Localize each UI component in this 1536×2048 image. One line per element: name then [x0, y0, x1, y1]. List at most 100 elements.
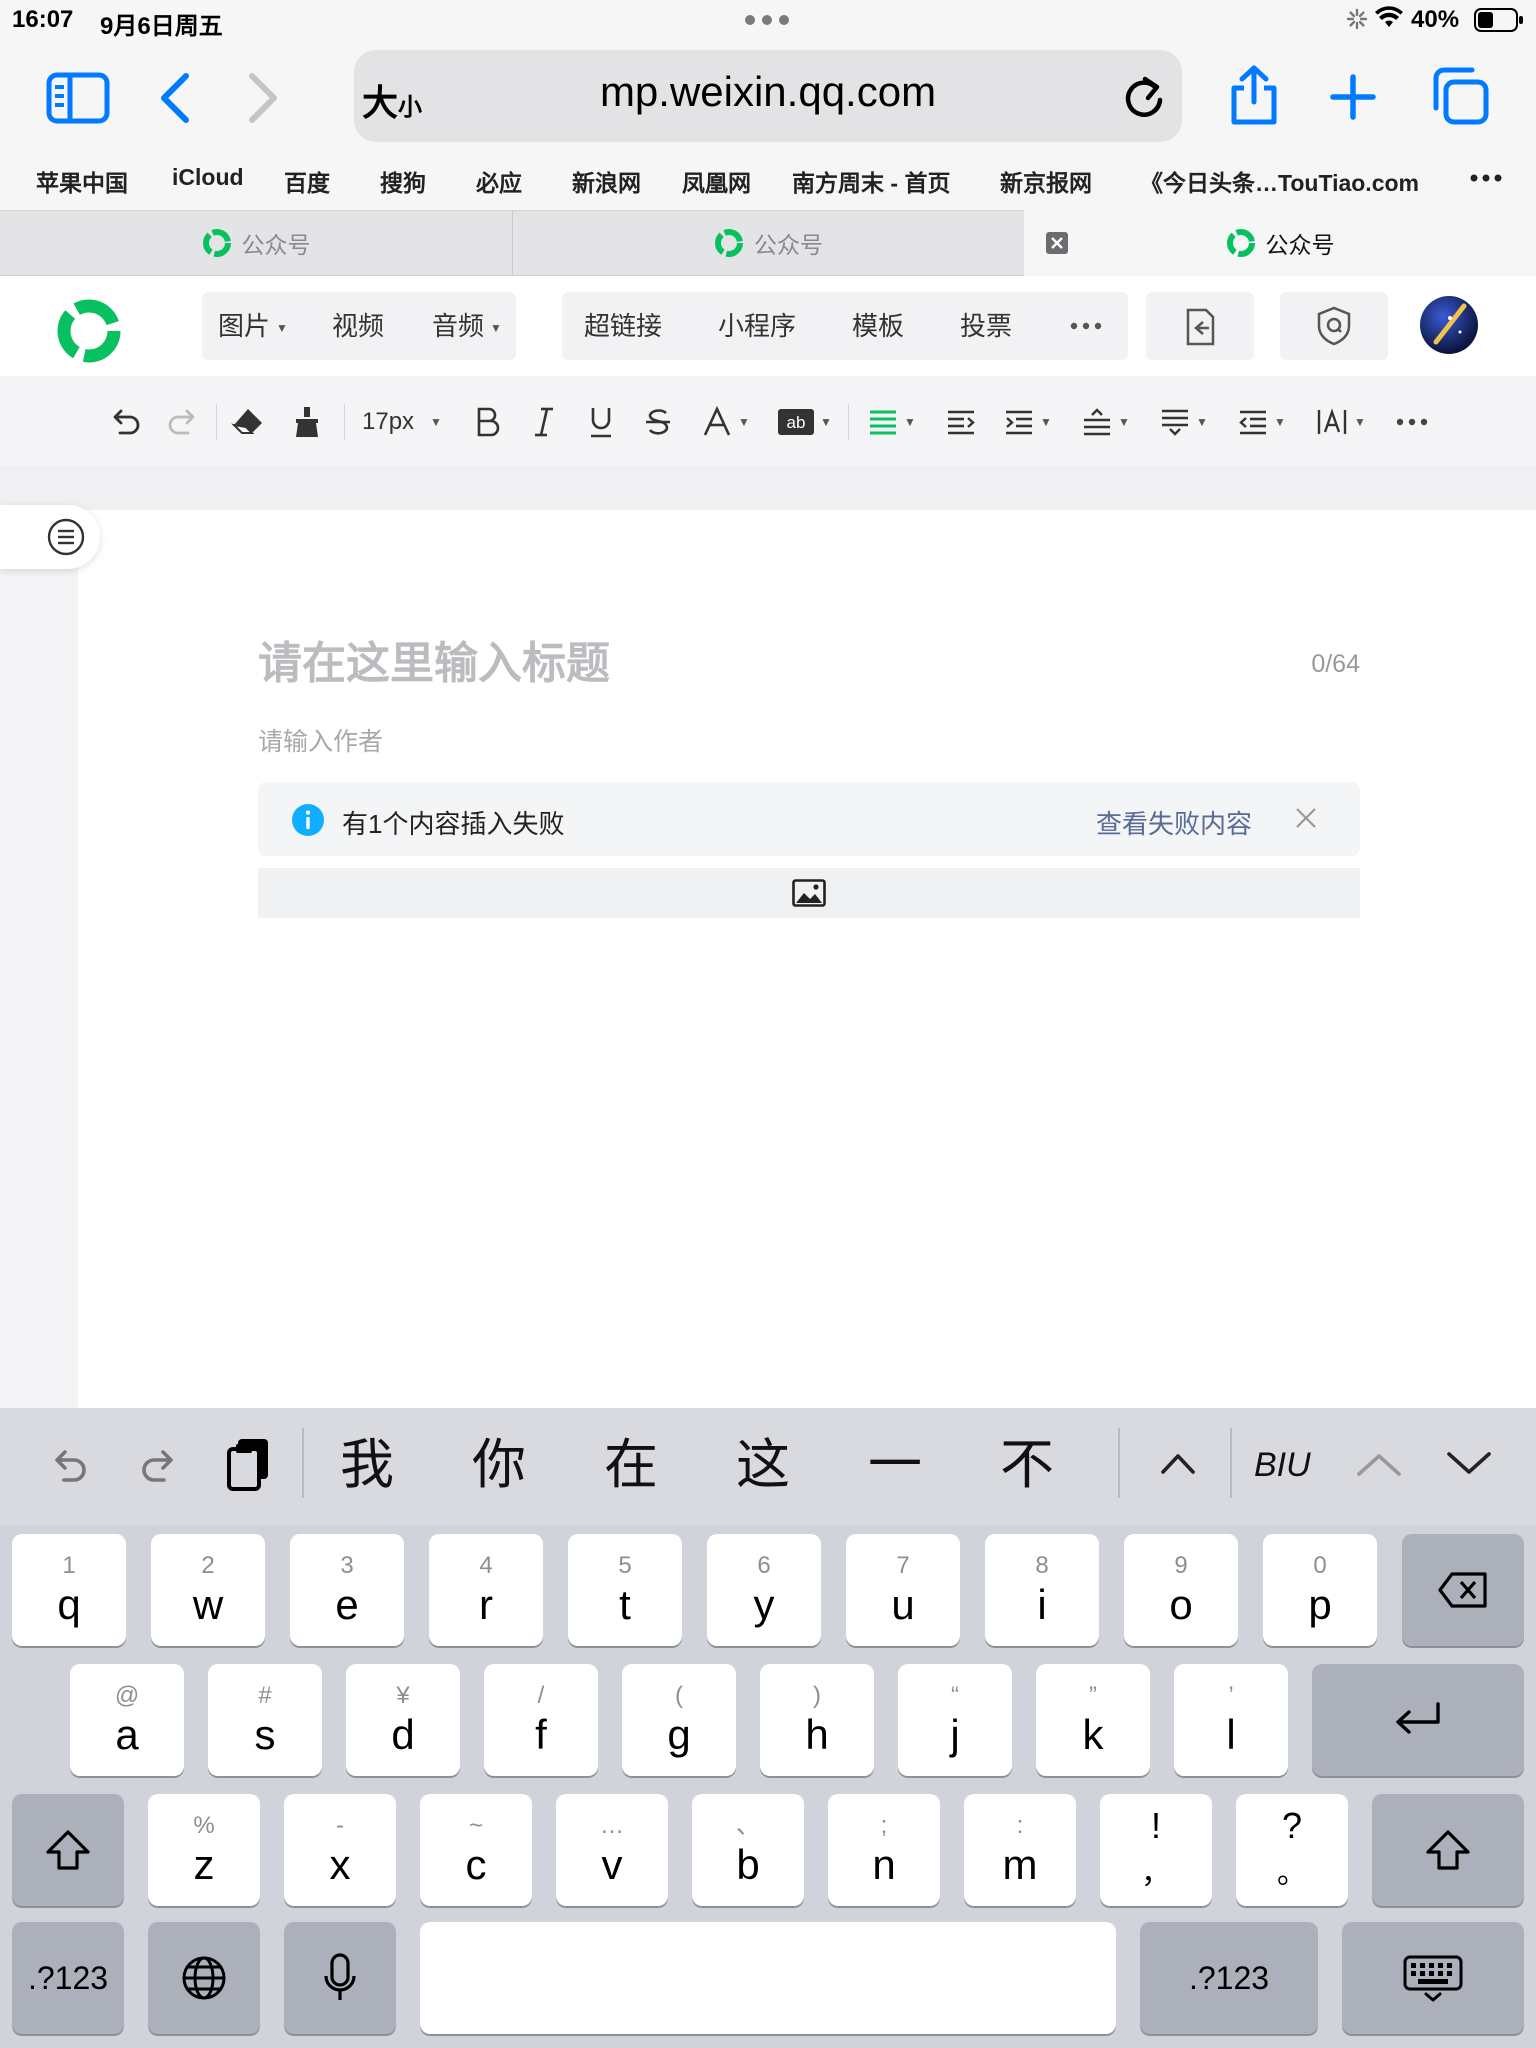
address-bar[interactable]: 大小 mp.weixin.qq.com: [354, 50, 1182, 142]
bookmark-item[interactable]: 《今日头条…TouTiao.com: [1140, 164, 1419, 198]
keyboard-undo-icon[interactable]: [48, 1446, 90, 1486]
candidate-word[interactable]: 这: [736, 1430, 790, 1500]
key-f[interactable]: / f: [484, 1664, 598, 1776]
italic-button[interactable]: [532, 400, 556, 444]
key-q[interactable]: 1q: [12, 1534, 126, 1646]
tab-item[interactable]: 公众号: [0, 210, 512, 276]
key-e[interactable]: 3e: [290, 1534, 404, 1646]
bookmark-item[interactable]: iCloud: [172, 164, 244, 191]
strikethrough-button[interactable]: [644, 400, 672, 444]
numbers-key-left[interactable]: .?123: [12, 1922, 124, 2034]
redo-icon[interactable]: [166, 400, 200, 444]
key-y[interactable]: 6y: [707, 1534, 821, 1646]
wechat-logo-icon[interactable]: [54, 296, 124, 366]
insert-image-button[interactable]: 图片 ▼: [218, 292, 288, 360]
keyboard-redo-icon[interactable]: [138, 1446, 180, 1486]
title-input[interactable]: [258, 632, 1158, 696]
back-icon[interactable]: [158, 72, 192, 124]
indent-first-line-icon[interactable]: [946, 400, 976, 444]
font-color-button[interactable]: ▼: [702, 400, 750, 444]
key-u[interactable]: 7u: [846, 1534, 960, 1646]
next-field-icon[interactable]: [1446, 1450, 1492, 1478]
more-format-icon[interactable]: [1396, 400, 1428, 444]
delete-key[interactable]: [1402, 1534, 1524, 1646]
indent-icon[interactable]: ▼: [1004, 400, 1052, 444]
key-d[interactable]: ¥ d: [346, 1664, 460, 1776]
return-key[interactable]: [1312, 1664, 1524, 1776]
shift-key-right[interactable]: [1372, 1794, 1524, 1906]
new-tab-plus-icon[interactable]: [1330, 74, 1376, 120]
more-bookmarks-icon[interactable]: [1470, 174, 1502, 182]
share-icon[interactable]: [1228, 64, 1280, 126]
insert-link-button[interactable]: 超链接: [584, 292, 662, 360]
sidebar-toggle-icon[interactable]: [46, 72, 110, 124]
key-b[interactable]: 、 b: [692, 1794, 804, 1906]
tab-overview-icon[interactable]: [1430, 66, 1490, 126]
bookmark-item[interactable]: 新浪网: [572, 164, 641, 198]
hide-keyboard-key[interactable]: [1342, 1922, 1524, 2034]
key-k[interactable]: ” k: [1036, 1664, 1150, 1776]
key-comma[interactable]: !，: [1100, 1794, 1212, 1906]
numbers-key-right[interactable]: .?123: [1140, 1922, 1318, 2034]
author-input[interactable]: [258, 722, 858, 762]
letter-spacing-icon[interactable]: ▼: [1316, 400, 1366, 444]
key-z[interactable]: % z: [148, 1794, 260, 1906]
image-placeholder[interactable]: [258, 868, 1360, 918]
dictation-key[interactable]: [284, 1922, 396, 2034]
key-i[interactable]: 8i: [985, 1534, 1099, 1646]
list-indent-icon[interactable]: ▼: [1238, 400, 1286, 444]
key-w[interactable]: 2w: [151, 1534, 265, 1646]
candidate-word[interactable]: 我: [340, 1430, 394, 1500]
align-button[interactable]: ▼: [868, 400, 916, 444]
bold-button[interactable]: [474, 400, 500, 444]
candidate-word[interactable]: 一: [868, 1430, 922, 1500]
eraser-icon[interactable]: [230, 400, 266, 444]
multitasking-dots-icon[interactable]: [744, 14, 790, 26]
view-failed-content-link[interactable]: 查看失败内容: [1096, 804, 1252, 841]
bookmark-item[interactable]: 凤凰网: [682, 164, 751, 198]
reload-icon[interactable]: [1122, 74, 1166, 120]
globe-key[interactable]: [148, 1922, 260, 2034]
key-j[interactable]: “j: [898, 1664, 1012, 1776]
previous-field-icon[interactable]: [1356, 1450, 1402, 1478]
key-r[interactable]: 4r: [429, 1534, 543, 1646]
insert-audio-button[interactable]: 音频 ▼: [432, 292, 502, 360]
expand-candidates-icon[interactable]: [1160, 1450, 1196, 1476]
format-painter-icon[interactable]: [290, 400, 324, 444]
candidate-word[interactable]: 你: [472, 1430, 526, 1500]
key-s[interactable]: # s: [208, 1664, 322, 1776]
key-t[interactable]: 5t: [568, 1534, 682, 1646]
paste-icon[interactable]: [226, 1436, 272, 1492]
highlight-color-button[interactable]: ab ▼: [778, 400, 832, 444]
font-size-select[interactable]: 17px ▼: [362, 400, 442, 444]
key-x[interactable]: -x: [284, 1794, 396, 1906]
bookmark-item[interactable]: 必应: [476, 164, 522, 198]
shift-key-left[interactable]: [12, 1794, 124, 1906]
key-a[interactable]: @ a: [70, 1664, 184, 1776]
undo-icon[interactable]: [108, 400, 142, 444]
outline-toggle-button[interactable]: [0, 505, 100, 569]
candidate-word[interactable]: 不: [1000, 1430, 1054, 1500]
bookmark-item[interactable]: 南方周末 - 首页: [792, 164, 950, 198]
key-p[interactable]: 0p: [1263, 1534, 1377, 1646]
key-n[interactable]: ; n: [828, 1794, 940, 1906]
avatar[interactable]: [1420, 296, 1478, 354]
key-v[interactable]: … v: [556, 1794, 668, 1906]
more-insert-icon[interactable]: [1070, 322, 1102, 330]
key-g[interactable]: (g: [622, 1664, 736, 1776]
tab-item[interactable]: 公众号: [513, 210, 1024, 276]
tab-item-active[interactable]: 公众号: [1024, 210, 1536, 276]
key-m[interactable]: :m: [964, 1794, 1076, 1906]
bookmark-item[interactable]: 苹果中国: [36, 164, 128, 198]
import-doc-icon[interactable]: [1184, 308, 1216, 346]
originality-shield-icon[interactable]: [1316, 306, 1352, 346]
key-l[interactable]: ’ l: [1174, 1664, 1288, 1776]
insert-template-button[interactable]: 模板: [852, 292, 904, 360]
underline-button[interactable]: [588, 400, 614, 444]
space-key[interactable]: [420, 1922, 1116, 2034]
close-tab-icon[interactable]: [1046, 232, 1068, 254]
candidate-word[interactable]: 在: [604, 1430, 658, 1500]
key-h[interactable]: ) h: [760, 1664, 874, 1776]
forward-icon[interactable]: [246, 72, 280, 124]
text-format-button[interactable]: BIU: [1254, 1446, 1311, 1485]
